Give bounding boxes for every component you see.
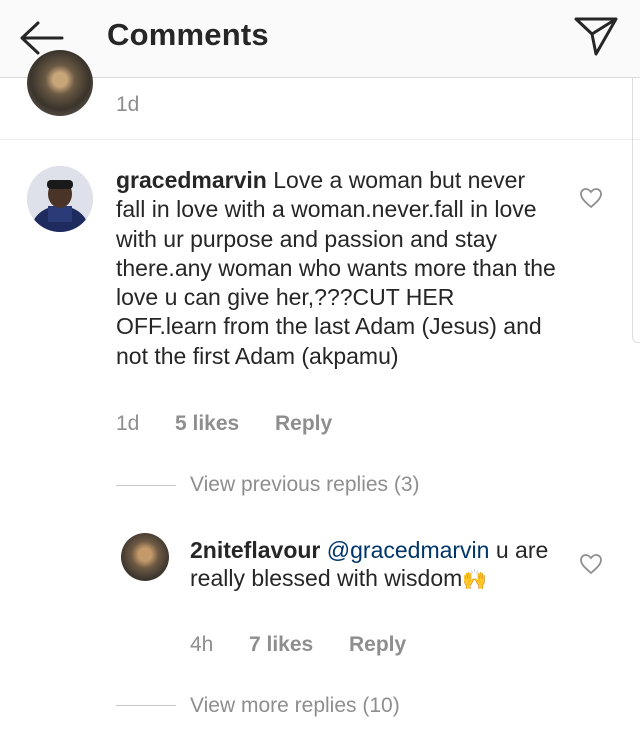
comments-header: Comments xyxy=(0,0,640,78)
heart-icon xyxy=(580,554,602,575)
scrollbar[interactable] xyxy=(632,78,640,343)
comment-body: gracedmarvin Love a woman but never fall… xyxy=(116,166,556,371)
comment-username[interactable]: gracedmarvin xyxy=(116,167,267,193)
avatar[interactable] xyxy=(27,50,93,116)
view-previous-replies[interactable]: View previous replies (3) xyxy=(190,473,420,497)
reply-button[interactable]: Reply xyxy=(349,633,406,657)
heart-icon xyxy=(580,188,602,209)
share-button[interactable] xyxy=(572,14,620,58)
reply-button[interactable]: Reply xyxy=(275,412,332,436)
avatar[interactable] xyxy=(121,533,169,581)
comment-time: 1d xyxy=(116,412,140,435)
user-photo xyxy=(27,166,93,232)
raised-hands-emoji: 🙌 xyxy=(462,569,488,591)
divider xyxy=(116,485,176,486)
view-more-replies[interactable]: View more replies (10) xyxy=(190,694,400,718)
likes-count[interactable]: 7 likes xyxy=(249,633,313,657)
paper-plane-icon xyxy=(574,17,618,56)
page-title: Comments xyxy=(107,17,269,52)
reply-time: 4h xyxy=(190,633,214,656)
likes-count[interactable]: 5 likes xyxy=(175,412,239,436)
reply-body: 2niteflavour @gracedmarvin u are really … xyxy=(190,536,550,594)
like-button[interactable] xyxy=(579,186,603,210)
mention-link[interactable]: @gracedmarvin xyxy=(327,537,490,563)
comment-time: 1d xyxy=(116,93,140,116)
comment-text: Love a woman but never fall in love with… xyxy=(116,167,556,369)
reply-username[interactable]: 2niteflavour xyxy=(190,537,320,563)
divider xyxy=(0,139,640,140)
avatar[interactable] xyxy=(27,166,93,232)
divider xyxy=(116,705,176,706)
like-button[interactable] xyxy=(579,552,603,576)
